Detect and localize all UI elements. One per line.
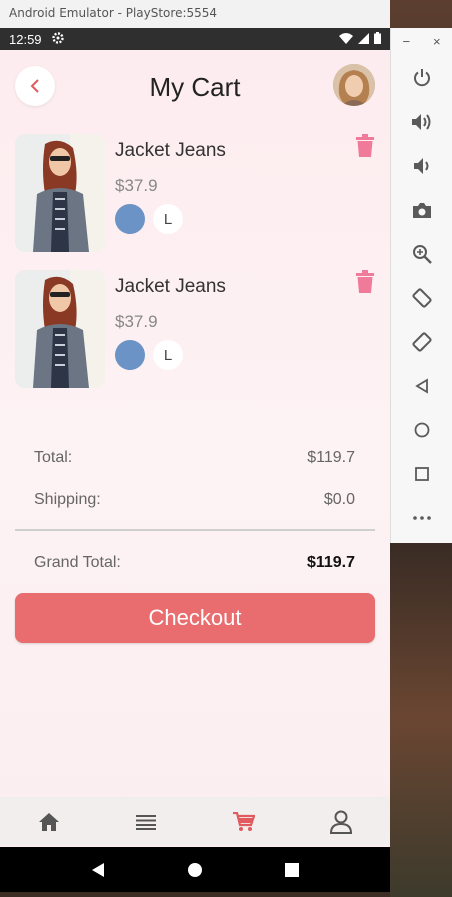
- camera-icon: [413, 203, 431, 218]
- more-button[interactable]: [391, 496, 452, 540]
- back-icon: [415, 378, 428, 394]
- size-chip: L: [153, 340, 183, 370]
- trash-icon[interactable]: [355, 134, 375, 158]
- home-circle-outline-icon: [414, 422, 430, 438]
- page-title: My Cart: [149, 72, 241, 102]
- status-time: 12:59: [9, 31, 42, 47]
- product-image: [15, 134, 105, 252]
- emu-overview-button[interactable]: [391, 452, 452, 496]
- system-navigation-bar: [0, 847, 390, 892]
- home-icon: [38, 812, 59, 831]
- grand-total-label: Grand Total:: [34, 554, 121, 571]
- product-name: Jacket Jeans: [115, 276, 226, 297]
- color-swatch: [115, 204, 145, 234]
- rotate-left-icon: [412, 288, 432, 308]
- volume-up-button[interactable]: [391, 100, 452, 144]
- avatar[interactable]: [333, 64, 375, 106]
- color-swatch: [115, 340, 145, 370]
- grand-total-row: Grand Total: $119.7: [34, 554, 355, 572]
- back-triangle-icon[interactable]: [91, 862, 105, 878]
- settings-icon: [51, 31, 64, 47]
- emu-home-button[interactable]: [391, 408, 452, 452]
- emu-back-button[interactable]: [391, 364, 452, 408]
- total-row: Total: $119.7: [34, 449, 355, 467]
- battery-icon: [374, 31, 381, 47]
- total-value: $119.7: [307, 449, 355, 466]
- home-circle-icon[interactable]: [187, 862, 203, 878]
- status-bar: 12:59: [0, 28, 390, 50]
- signal-icon: [358, 32, 369, 47]
- power-button[interactable]: [391, 56, 452, 100]
- product-image: [15, 270, 105, 388]
- power-icon: [414, 69, 430, 87]
- rotate-right-button[interactable]: [391, 320, 452, 364]
- profile-icon: [330, 810, 353, 834]
- more-icon: [413, 516, 431, 520]
- emulator-control-panel: − ×: [390, 28, 452, 543]
- screenshot-button[interactable]: [391, 188, 452, 232]
- app-screen: My Cart Jacket Jeans $37.9 L Jacket Jean…: [0, 50, 390, 847]
- nav-home[interactable]: [0, 798, 98, 845]
- size-chip: L: [153, 204, 183, 234]
- wifi-icon: [339, 32, 353, 47]
- volume-down-button[interactable]: [391, 144, 452, 188]
- zoom-button[interactable]: [391, 232, 452, 276]
- trash-icon[interactable]: [355, 270, 375, 294]
- divider: [15, 529, 375, 531]
- product-name: Jacket Jeans: [115, 140, 226, 161]
- nav-menu[interactable]: [98, 798, 196, 845]
- shipping-row: Shipping: $0.0: [34, 491, 355, 509]
- volume-up-icon: [412, 114, 431, 130]
- cart-item[interactable]: Jacket Jeans $37.9 L: [0, 134, 390, 254]
- overview-square-icon[interactable]: [285, 862, 299, 877]
- cart-icon: [232, 811, 255, 831]
- emulator-window-controls: − ×: [391, 28, 452, 56]
- shipping-label: Shipping:: [34, 491, 101, 508]
- emulator-window-title: Android Emulator - PlayStore:5554: [0, 0, 390, 28]
- nav-profile[interactable]: [293, 798, 391, 845]
- product-price: $37.9: [115, 176, 158, 195]
- zoom-in-icon: [413, 245, 432, 264]
- close-icon[interactable]: ×: [433, 34, 441, 56]
- grand-total-value: $119.7: [306, 554, 355, 571]
- shipping-value: $0.0: [323, 491, 355, 508]
- checkout-button[interactable]: Checkout: [15, 593, 375, 643]
- cart-item[interactable]: Jacket Jeans $37.9 L: [0, 270, 390, 390]
- rotate-left-button[interactable]: [391, 276, 452, 320]
- product-price: $37.9: [115, 312, 158, 331]
- volume-down-icon: [414, 158, 429, 174]
- list-icon: [136, 814, 157, 830]
- total-label: Total:: [34, 449, 73, 466]
- bottom-navigation: [0, 797, 390, 845]
- minimize-icon[interactable]: −: [402, 34, 410, 56]
- rotate-right-icon: [412, 332, 432, 352]
- overview-icon: [415, 467, 429, 481]
- nav-cart[interactable]: [195, 798, 293, 845]
